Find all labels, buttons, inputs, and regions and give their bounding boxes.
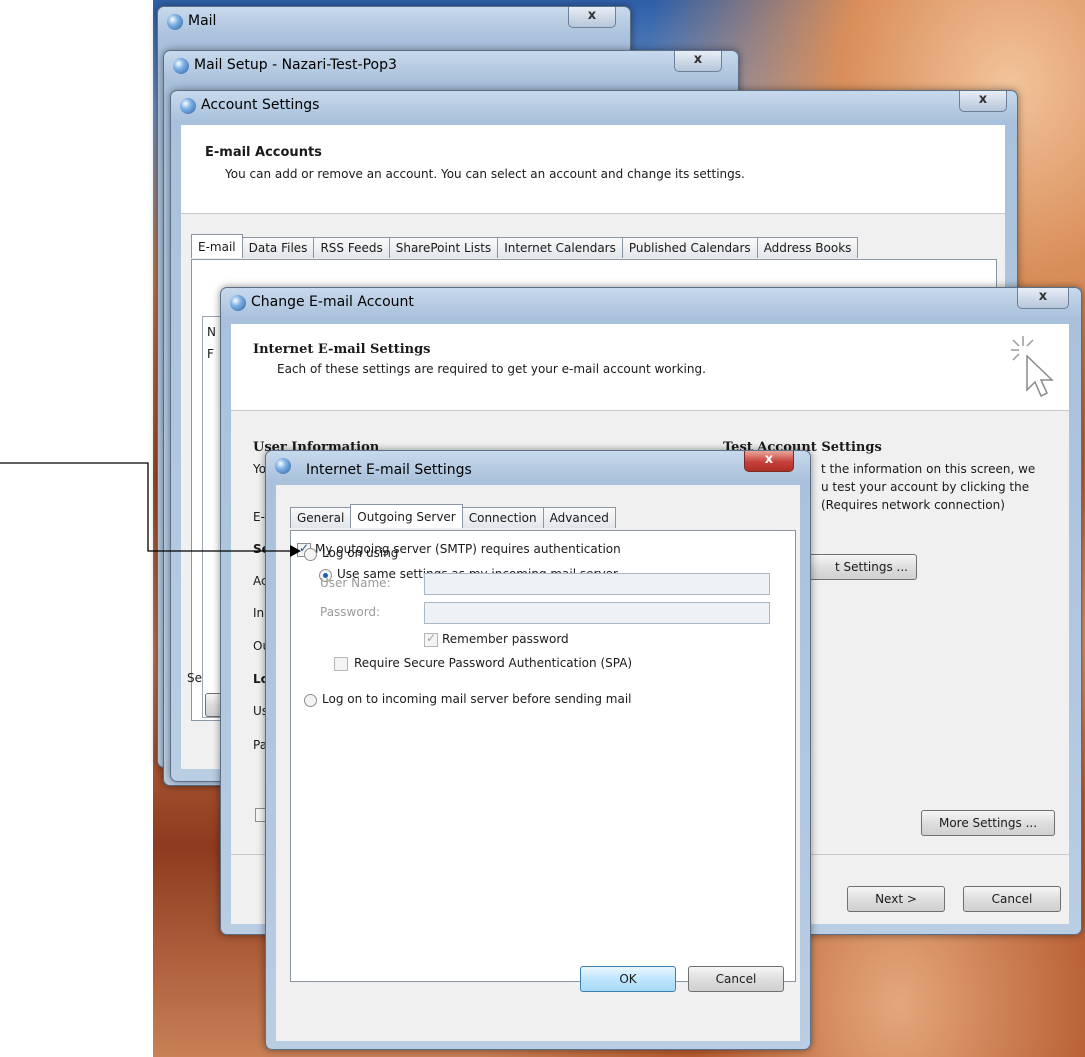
user-name-label: User Name: bbox=[320, 576, 391, 590]
log-on-incoming-radio[interactable] bbox=[304, 694, 317, 707]
ok-button[interactable]: OK bbox=[580, 966, 676, 992]
tab-internet-calendars[interactable]: Internet Calendars bbox=[497, 237, 623, 258]
log-on-incoming-label: Log on to incoming mail server before se… bbox=[322, 692, 632, 706]
require-spa-label: Require Secure Password Authentication (… bbox=[354, 656, 633, 670]
cursor-sparkle-icon bbox=[1011, 336, 1054, 398]
internet-settings-body: General Outgoing Server Connection Advan… bbox=[276, 485, 800, 1041]
remember-password-checkbox[interactable] bbox=[424, 631, 438, 647]
log-on-using-label: Log on using bbox=[322, 546, 399, 560]
change-account-close-button[interactable]: x bbox=[1017, 288, 1069, 309]
require-spa-checkbox[interactable] bbox=[334, 657, 348, 671]
tab-connection[interactable]: Connection bbox=[461, 507, 544, 528]
clipped-label-in: In bbox=[253, 606, 265, 620]
tab-published-calendars[interactable]: Published Calendars bbox=[621, 237, 758, 258]
internet-settings-cancel-button[interactable]: Cancel bbox=[688, 966, 784, 992]
internet-email-settings-dialog: Internet E-mail Settings x General Outgo… bbox=[265, 450, 811, 1050]
change-account-header: Internet E-mail Settings Each of these s… bbox=[231, 324, 1069, 411]
internet-settings-tabs: General Outgoing Server Connection Advan… bbox=[290, 504, 616, 528]
internet-settings-title: Internet E-mail Settings bbox=[306, 462, 472, 478]
test-account-text-2: u test your account by clicking the bbox=[821, 480, 1030, 494]
tab-sharepoint-lists[interactable]: SharePoint Lists bbox=[388, 237, 499, 258]
more-settings-button[interactable]: More Settings ... bbox=[921, 810, 1055, 836]
account-settings-close-button[interactable]: x bbox=[959, 91, 1007, 112]
tab-address-books[interactable]: Address Books bbox=[756, 237, 859, 258]
change-account-cancel-button[interactable]: Cancel bbox=[963, 886, 1061, 912]
user-name-input[interactable] bbox=[424, 573, 770, 595]
tab-advanced[interactable]: Advanced bbox=[542, 507, 616, 528]
next-button[interactable]: Next > bbox=[847, 886, 945, 912]
password-input[interactable] bbox=[424, 602, 770, 624]
remember-password-label: Remember password bbox=[442, 632, 569, 646]
outgoing-server-panel: My outgoing server (SMTP) requires authe… bbox=[290, 530, 796, 982]
tab-outgoing-server[interactable]: Outgoing Server bbox=[350, 504, 463, 528]
test-account-text-3: (Requires network connection) bbox=[821, 498, 1005, 512]
account-settings-clipped-se: Se bbox=[187, 671, 202, 685]
mail-close-button[interactable]: x bbox=[568, 7, 616, 28]
annotation-arrow bbox=[0, 462, 301, 557]
test-account-text-1: t the information on this screen, we bbox=[821, 462, 1036, 476]
internet-email-settings-subtitle: Each of these settings are required to g… bbox=[277, 362, 706, 376]
mail-setup-close-button[interactable]: x bbox=[674, 51, 722, 72]
password-label: Password: bbox=[320, 605, 381, 619]
internet-settings-close-button[interactable]: x bbox=[744, 451, 794, 472]
tab-rss-feeds[interactable]: RSS Feeds bbox=[313, 237, 390, 258]
